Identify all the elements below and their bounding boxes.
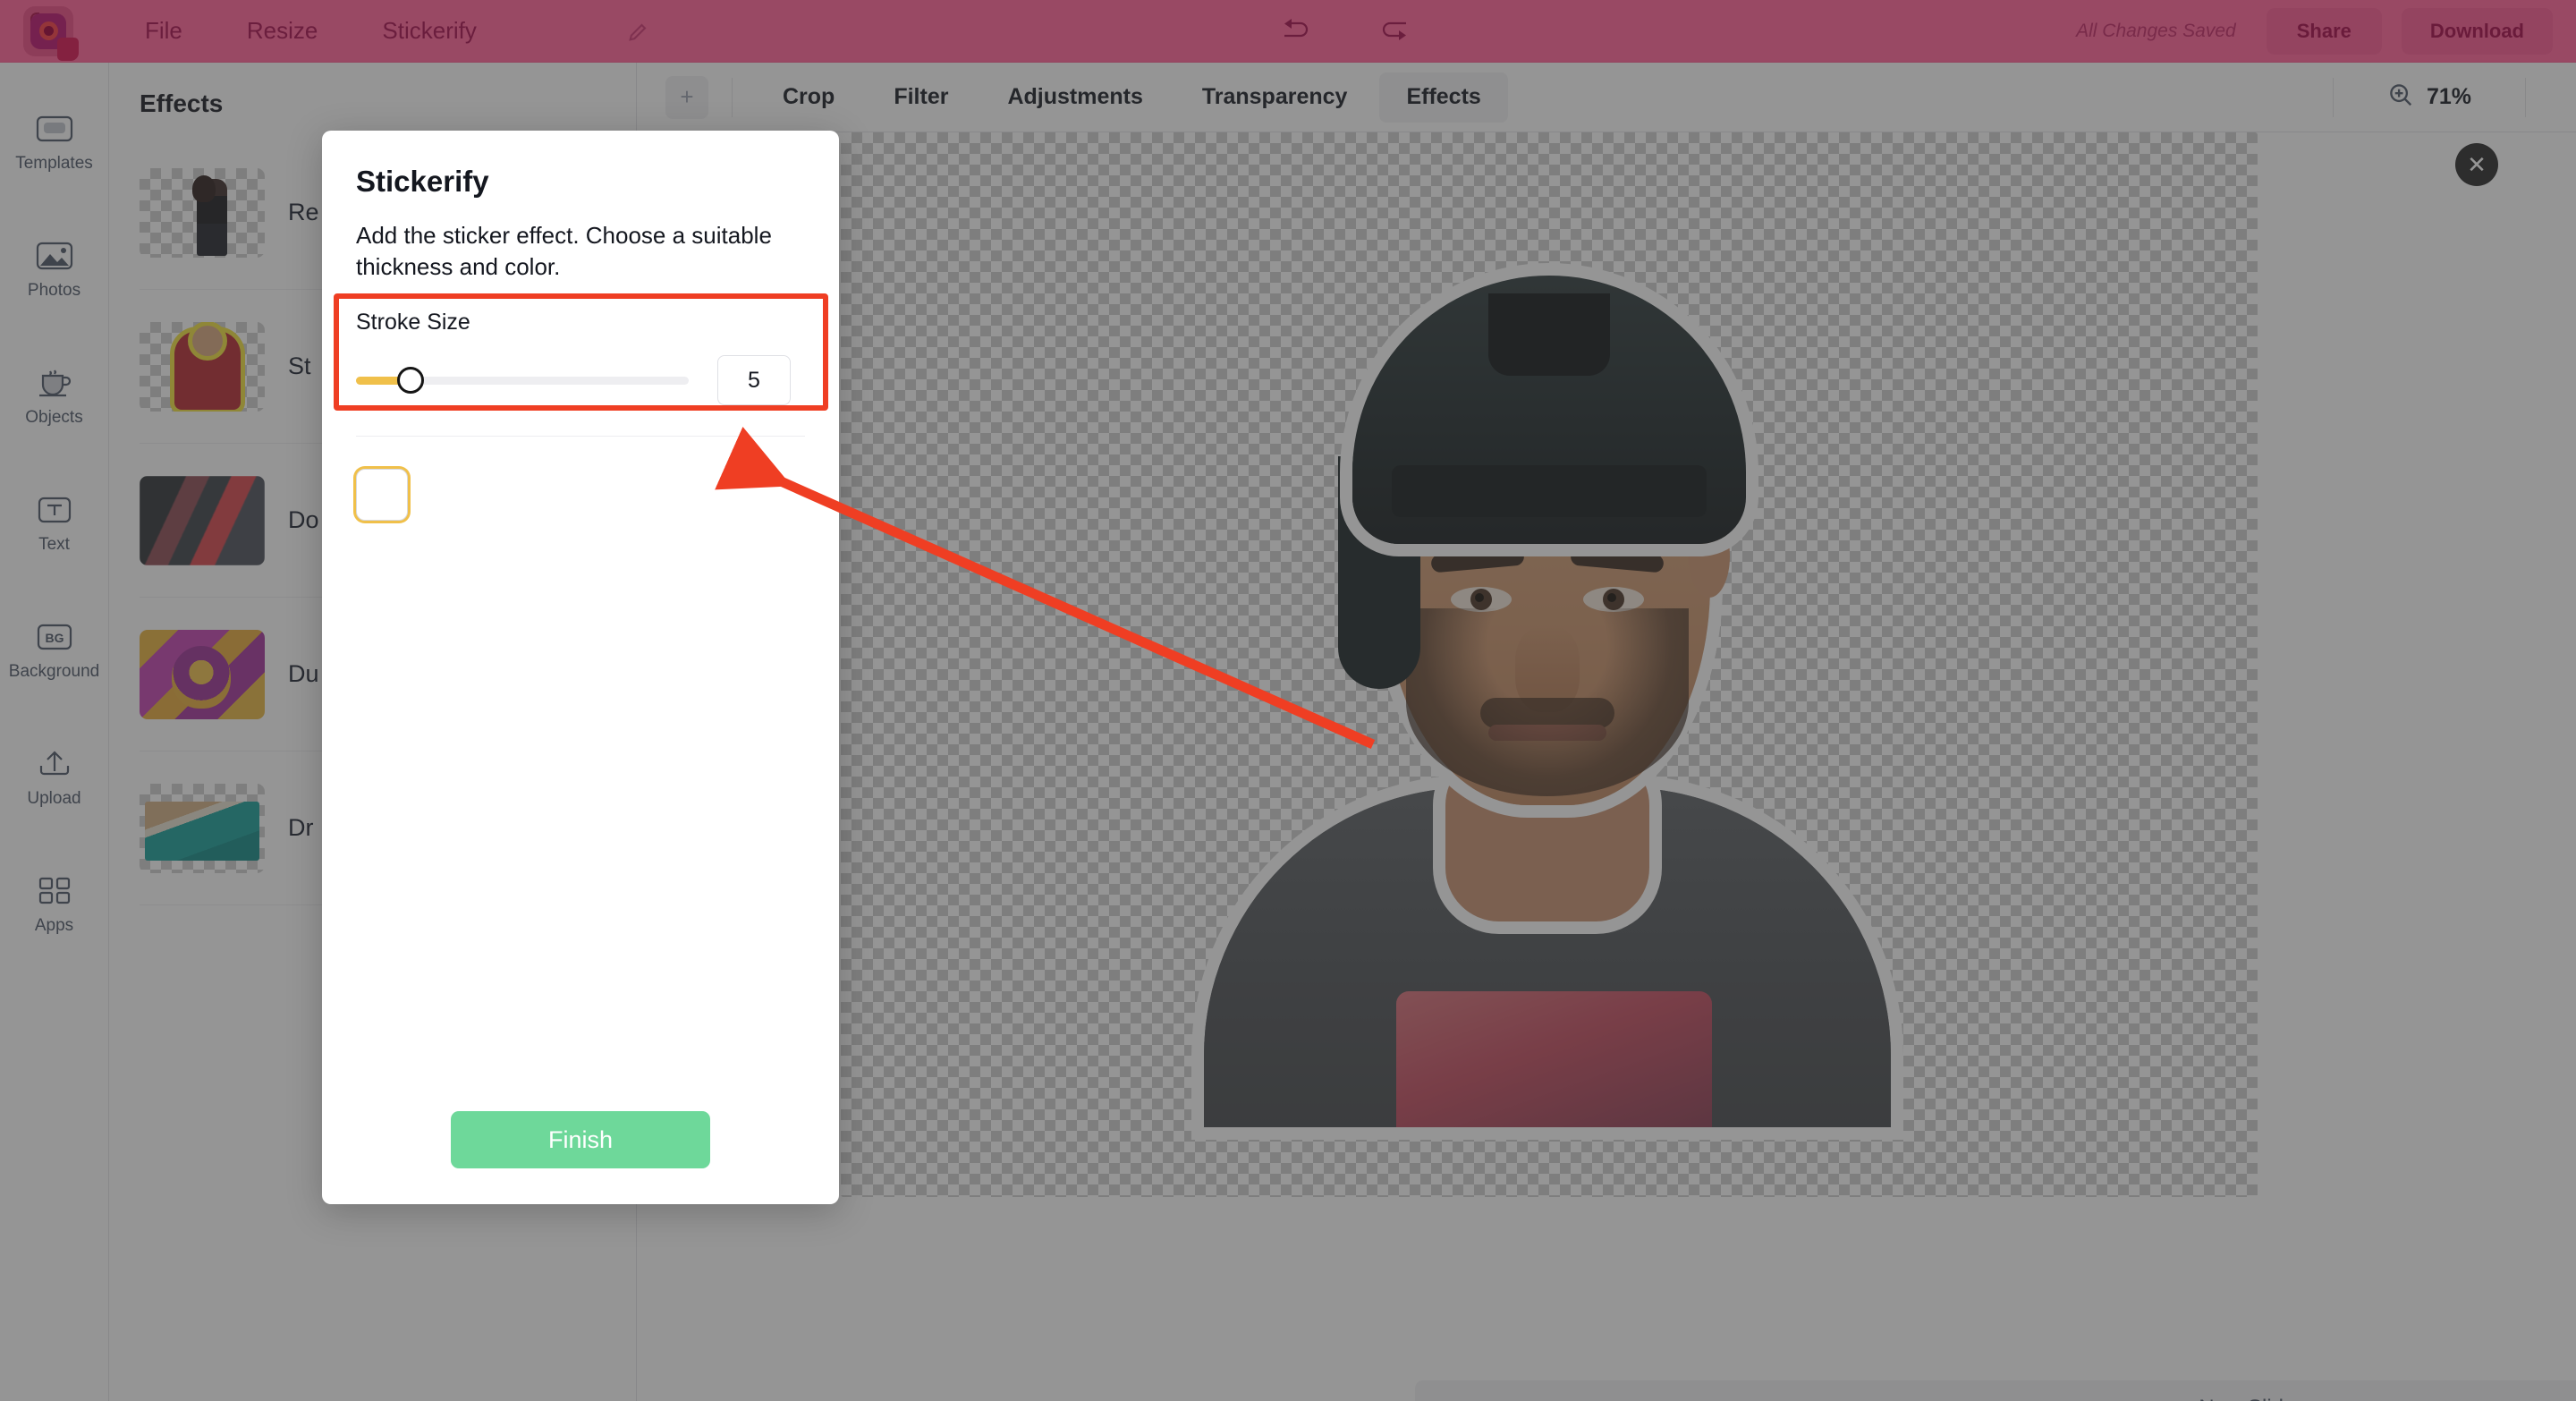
objects-icon xyxy=(35,365,74,401)
sidebar-item-objects[interactable]: Objects xyxy=(0,333,109,460)
subject-brow-right xyxy=(1570,547,1665,573)
double-exposure-thumb xyxy=(140,475,265,565)
logo-pupil xyxy=(43,26,54,36)
canvas-wrapper: ✕ xyxy=(841,132,2498,1197)
tab-filter[interactable]: Filter xyxy=(867,72,975,123)
close-icon[interactable]: ✕ xyxy=(2455,143,2498,186)
sidebar-item-templates[interactable]: Templates xyxy=(0,79,109,206)
sidebar-label-text: Text xyxy=(38,535,70,554)
toolbar-divider-right2 xyxy=(2525,77,2526,117)
zoom-value: 71% xyxy=(2426,84,2471,109)
text-icon xyxy=(35,492,74,528)
redo-icon[interactable] xyxy=(1372,18,1411,45)
background-icon: BG xyxy=(35,619,74,655)
zoom-in-icon xyxy=(2387,81,2414,113)
drop-shadow-thumb xyxy=(140,783,265,873)
history-controls xyxy=(1279,0,1411,62)
sidebar-label-templates: Templates xyxy=(15,154,93,173)
shirt-graphic xyxy=(1396,991,1713,1127)
header-menu: File Resize Stickerify xyxy=(113,0,509,62)
stroke-size-input[interactable]: 5 xyxy=(717,355,791,406)
tab-effects[interactable]: Effects xyxy=(1379,72,1508,123)
sidebar-item-background[interactable]: BG Background xyxy=(0,587,109,714)
sidebar-label-objects: Objects xyxy=(25,408,83,427)
effect-label: Re xyxy=(288,199,319,225)
tab-transparency[interactable]: Transparency xyxy=(1175,72,1375,123)
stroke-size-row: 5 xyxy=(356,355,805,406)
apps-icon xyxy=(35,873,74,909)
toolbar-divider-right xyxy=(2332,77,2334,117)
sidebar-label-background: Background xyxy=(8,662,100,681)
effect-label: St xyxy=(288,352,311,379)
sidebar-item-photos[interactable]: Photos xyxy=(0,206,109,333)
menu-file[interactable]: File xyxy=(113,0,215,62)
share-button[interactable]: Share xyxy=(2266,7,2382,55)
sidebar-label-upload: Upload xyxy=(27,789,81,808)
cap-gap xyxy=(1488,293,1610,376)
editor-toolbar-right: 71% xyxy=(2309,77,2576,117)
subject-brow-left xyxy=(1430,547,1525,573)
panel-title: Effects xyxy=(140,89,224,117)
stroke-size-slider[interactable] xyxy=(356,367,689,395)
templates-icon xyxy=(35,111,74,147)
duotone-thumb xyxy=(140,629,265,719)
color-swatch-white[interactable] xyxy=(356,469,408,522)
canvas-stage: ✕ + New Slide xyxy=(637,132,2576,1401)
dialog-footer: Finish xyxy=(356,1111,805,1204)
logo-eye-icon xyxy=(38,21,58,40)
slider-handle[interactable] xyxy=(396,367,424,395)
stickerify-dialog: Stickerify Add the sticker effect. Choos… xyxy=(322,131,839,1204)
download-button[interactable]: Download xyxy=(2401,7,2553,55)
stickerify-thumb xyxy=(140,321,265,412)
menu-stickerify[interactable]: Stickerify xyxy=(350,0,508,62)
dialog-separator xyxy=(356,436,805,437)
subject-cap xyxy=(1352,276,1746,544)
cap-band xyxy=(1392,465,1707,517)
stroke-size-label: Stroke Size xyxy=(356,310,470,335)
pencil-icon[interactable] xyxy=(625,18,652,45)
undo-icon[interactable] xyxy=(1279,18,1318,45)
logo-badge xyxy=(57,37,79,61)
save-status: All Changes Saved xyxy=(2076,20,2236,41)
left-rail: Templates Photos Objects Text BG Backgro… xyxy=(0,63,109,1401)
tab-adjustments[interactable]: Adjustments xyxy=(980,72,1169,123)
zoom-control[interactable]: 71% xyxy=(2387,81,2471,113)
image-editor-app: File Resize Stickerify All Changes Saved… xyxy=(0,0,2576,1401)
editor-tabs: Crop Filter Adjustments Transparency Eff… xyxy=(756,63,1513,132)
finish-button[interactable]: Finish xyxy=(451,1111,710,1168)
header-actions: All Changes Saved Share Download xyxy=(2076,0,2553,62)
color-swatch-row xyxy=(356,469,805,522)
sidebar-item-apps[interactable]: Apps xyxy=(0,841,109,968)
sidebar-item-text[interactable]: Text xyxy=(0,460,109,587)
menu-resize[interactable]: Resize xyxy=(215,0,350,62)
add-layer-button[interactable]: + xyxy=(665,75,708,119)
effect-label: Do xyxy=(288,506,319,533)
photos-icon xyxy=(35,238,74,274)
image-canvas[interactable] xyxy=(841,132,2258,1197)
sidebar-label-apps: Apps xyxy=(34,916,74,935)
stroke-size-group: Stroke Size 5 xyxy=(356,310,805,406)
tab-crop[interactable]: Crop xyxy=(756,72,861,123)
editor-toolbar: + Crop Filter Adjustments Transparency E… xyxy=(637,63,2576,132)
toolbar-divider xyxy=(732,77,733,117)
new-slide-button[interactable]: + New Slide xyxy=(1415,1380,2576,1401)
app-header: File Resize Stickerify All Changes Saved… xyxy=(0,0,2576,63)
sticker-subject[interactable] xyxy=(1181,197,1914,1127)
subject-beard xyxy=(1406,608,1689,796)
remove-background-thumb xyxy=(140,167,265,258)
upload-icon xyxy=(35,746,74,782)
dialog-description: Add the sticker effect. Choose a suitabl… xyxy=(356,222,772,281)
sidebar-item-upload[interactable]: Upload xyxy=(0,714,109,841)
app-logo[interactable] xyxy=(23,5,79,61)
sidebar-label-photos: Photos xyxy=(27,281,81,300)
effect-label: Du xyxy=(288,660,319,687)
svg-text:BG: BG xyxy=(45,631,64,645)
dialog-title: Stickerify xyxy=(356,165,489,198)
effect-label: Dr xyxy=(288,814,314,841)
